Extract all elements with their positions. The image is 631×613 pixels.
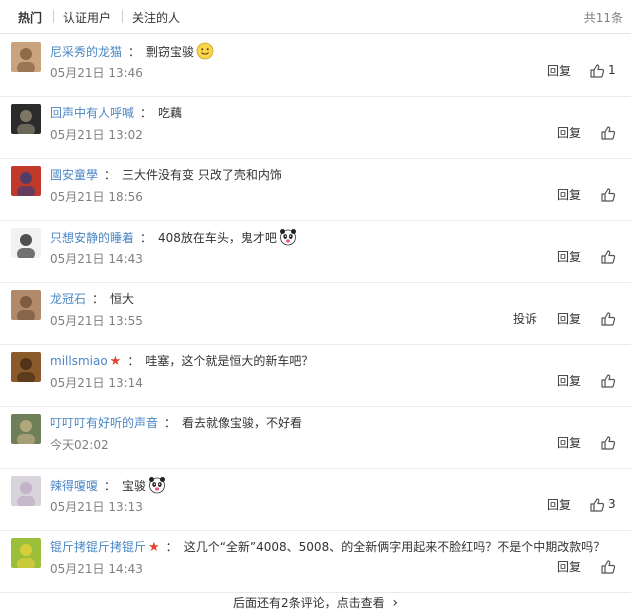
comment-item: 國安童學：三大件没有变 只改了壳和内饰 05月21日 18:56 回复 xyxy=(0,158,631,221)
username-link[interactable]: millsmiao xyxy=(50,354,108,368)
comment-text: 恒大 xyxy=(110,292,135,306)
comment-actions: 回复 xyxy=(0,186,631,204)
comment-actions: 回复 xyxy=(0,372,631,390)
comment-text: 吃藕 xyxy=(158,106,183,120)
colon-separator: ： xyxy=(128,45,141,59)
colon-separator: ： xyxy=(164,416,177,430)
thumbs-up-icon[interactable] xyxy=(600,187,616,203)
tab-following[interactable]: 关注的人 xyxy=(132,9,180,26)
thumbs-up-icon[interactable] xyxy=(600,311,616,327)
thumbs-up-icon[interactable] xyxy=(589,497,605,513)
like-count: 3 xyxy=(608,497,616,511)
comment-content: 尼采秀的龙猫 ： 剽窃宝骏 xyxy=(50,42,214,60)
reply-button[interactable]: 回复 xyxy=(557,124,581,141)
comment-actions: 回复 xyxy=(0,124,631,142)
panda-emoji-icon xyxy=(148,476,166,494)
comment-text: 408放在车头，鬼才吧 xyxy=(158,231,277,245)
thumbs-up-icon[interactable] xyxy=(600,435,616,451)
comment-content: millsmiao ★ ： 哇塞，这个就是恒大的新车吧？ xyxy=(50,352,313,370)
comment-content: 辣得嗄嗄 ： 宝骏 xyxy=(50,476,166,494)
thumbs-up-icon[interactable] xyxy=(600,373,616,389)
username-link[interactable]: 龙冠石 xyxy=(50,292,86,306)
colon-separator: ： xyxy=(140,106,153,120)
comment-text: 宝骏 xyxy=(122,479,147,493)
comment-text: 这几个“全新”4008、5008、的全新俩字用起来不脸红吗？不是个中期改款吗？ xyxy=(183,540,606,554)
username-link[interactable]: 回声中有人呼喊 xyxy=(50,106,134,120)
username-link[interactable]: 锟斤拷锟斤拷锟斤 xyxy=(50,540,146,554)
reply-button[interactable]: 回复 xyxy=(547,62,571,79)
username-link[interactable]: 尼采秀的龙猫 xyxy=(50,45,122,59)
load-more-text: 后面还有2条评论，点击查看 xyxy=(232,596,385,610)
colon-separator: ： xyxy=(165,540,178,554)
username-link[interactable]: 辣得嗄嗄 xyxy=(50,479,98,493)
reply-button[interactable]: 回复 xyxy=(557,372,581,389)
load-more-link[interactable]: 后面还有2条评论，点击查看 › xyxy=(0,594,631,611)
colon-separator: ： xyxy=(104,168,117,182)
tab-verified-users[interactable]: 认证用户 xyxy=(63,9,111,26)
tab-divider xyxy=(122,10,123,23)
comment-actions: 1 回复 xyxy=(0,62,631,80)
comment-text: 哇塞，这个就是恒大的新车吧？ xyxy=(145,354,314,368)
colon-separator: ： xyxy=(92,292,105,306)
panda-emoji-icon xyxy=(279,228,297,246)
vip-star-icon[interactable]: ★ xyxy=(148,540,160,555)
thumbs-up-icon[interactable] xyxy=(600,249,616,265)
reply-button[interactable]: 回复 xyxy=(547,496,571,513)
reply-button[interactable]: 回复 xyxy=(557,248,581,265)
thumbs-up-icon[interactable] xyxy=(600,125,616,141)
comment-item: millsmiao ★：哇塞，这个就是恒大的新车吧？ 05月21日 13:14 回复 xyxy=(0,344,631,407)
comment-actions: 回复 投诉 xyxy=(0,310,631,328)
comment-item: 只想安静的睡着： 408放在车头，鬼才吧 05月21日 14:43 回复 xyxy=(0,220,631,283)
tab-divider xyxy=(53,10,54,23)
colon-separator: ： xyxy=(140,231,153,245)
colon-separator: ： xyxy=(127,354,140,368)
thumbs-up-icon[interactable] xyxy=(589,63,605,79)
tab-hot[interactable]: 热门 xyxy=(18,9,42,26)
username-link[interactable]: 國安童學 xyxy=(50,168,98,182)
comment-content: 回声中有人呼喊 ： 吃藕 xyxy=(50,104,182,122)
reply-button[interactable]: 回复 xyxy=(557,434,581,451)
comment-tabs: 热门 认证用户 关注的人 共11条 xyxy=(0,0,631,34)
comment-item: 锟斤拷锟斤拷锟斤 ★ ： 这几个“全新”4008、5008、的全新俩字用起来不脸红吗？… xyxy=(0,530,631,593)
smile-emoji-icon xyxy=(196,42,214,60)
comment-text: 看去就像宝骏，不好看 xyxy=(182,416,303,430)
comment-actions: 回复 xyxy=(0,248,631,266)
comment-content: 國安童學 ： 三大件没有变 只改了壳和内饰 xyxy=(50,166,282,184)
comment-item: 辣得嗄嗄：宝骏 05月21日 13:13 3 回复 xyxy=(0,468,631,531)
comment-item: 尼采秀的龙猫：剽窃宝骏 05月21日 13:46 1 回复 xyxy=(0,34,631,97)
comment-actions: 回复 xyxy=(0,434,631,452)
reply-button[interactable]: 回复 xyxy=(557,558,581,575)
colon-separator: ： xyxy=(104,479,117,493)
comment-text: 剽窃宝骏 xyxy=(146,45,195,59)
vip-star-icon[interactable]: ★ xyxy=(110,354,122,369)
username-link[interactable]: 只想安静的睡着 xyxy=(50,231,134,245)
reply-button[interactable]: 回复 xyxy=(557,310,581,327)
thumbs-up-icon[interactable] xyxy=(600,559,616,575)
like-count: 1 xyxy=(608,63,616,77)
comment-text: 三大件没有变 只改了壳和内饰 xyxy=(122,168,282,182)
comment-item: 龙冠石：恒大 05月21日 13:55 回复 投诉 xyxy=(0,282,631,345)
comment-actions: 回复 xyxy=(0,558,631,576)
comment-actions: 3 回复 xyxy=(0,496,631,514)
report-button[interactable]: 投诉 xyxy=(513,310,537,327)
comment-count: 共11条 xyxy=(583,11,623,25)
comment-item: 回声中有人呼喊：吃藕 05月21日 13:02 回复 xyxy=(0,96,631,159)
comment-content: 只想安静的睡着 ： 408放在车头，鬼才吧 xyxy=(50,228,297,246)
comment-item: 叮叮叮有好听的声音：看去就像宝骏，不好看 今天02:02 回复 xyxy=(0,406,631,469)
comment-content: 龙冠石 ： 恒大 xyxy=(50,290,134,308)
chevron-right-icon: › xyxy=(392,595,399,611)
username-link[interactable]: 叮叮叮有好听的声音 xyxy=(50,416,158,430)
comment-content: 叮叮叮有好听的声音 ： 看去就像宝骏，不好看 xyxy=(50,414,302,432)
comment-content: 锟斤拷锟斤拷锟斤 ★ ： 这几个“全新”4008、5008、的全新俩字用起来不脸红吗？… xyxy=(50,538,605,556)
reply-button[interactable]: 回复 xyxy=(557,186,581,203)
